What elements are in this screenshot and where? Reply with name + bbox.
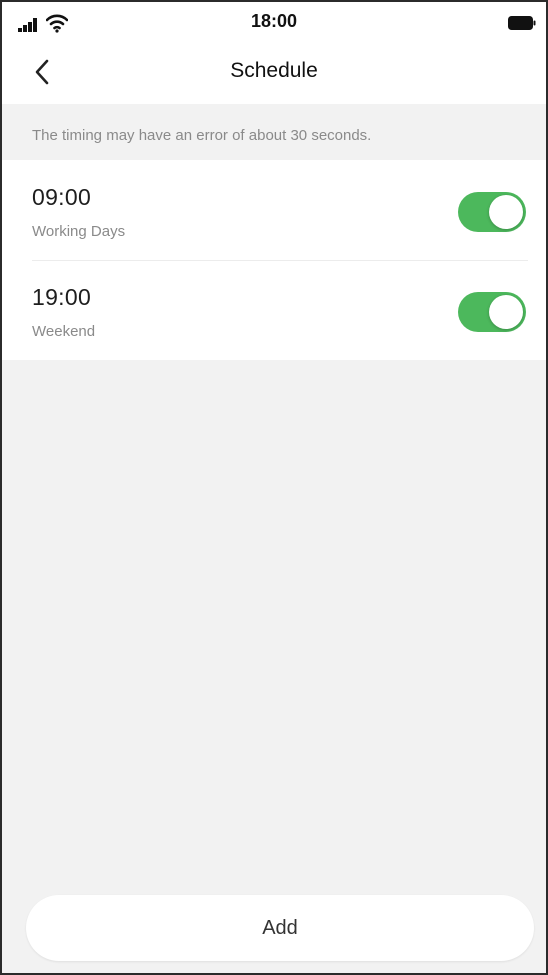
nav-bar: Schedule (2, 40, 546, 104)
add-button[interactable]: Add (26, 895, 534, 961)
toggle-knob (489, 195, 523, 229)
schedule-toggle[interactable] (458, 192, 526, 232)
schedule-repeat-label: Working Days (32, 223, 126, 240)
frame-edge-left (0, 0, 2, 975)
schedule-time: 09:00 (32, 184, 92, 210)
schedule-repeat-label: Weekend (32, 323, 96, 340)
frame-edge-top (0, 0, 548, 2)
schedule-screen: 18:00 Schedule The timing may have an er… (0, 0, 548, 975)
schedule-toggle[interactable] (458, 292, 526, 332)
schedule-time: 19:00 (32, 284, 92, 310)
page-title: Schedule (230, 59, 318, 82)
schedule-item[interactable]: 19:00 Weekend (2, 260, 546, 360)
battery-icon (508, 16, 536, 30)
schedule-item[interactable]: 09:00 Working Days (2, 160, 546, 260)
schedule-list: 09:00 Working Days 19:00 Weekend (2, 160, 546, 360)
status-bar: 18:00 (2, 2, 546, 40)
toggle-knob (489, 295, 523, 329)
timing-notice: The timing may have an error of about 30… (32, 127, 372, 144)
status-time: 18:00 (250, 11, 298, 31)
